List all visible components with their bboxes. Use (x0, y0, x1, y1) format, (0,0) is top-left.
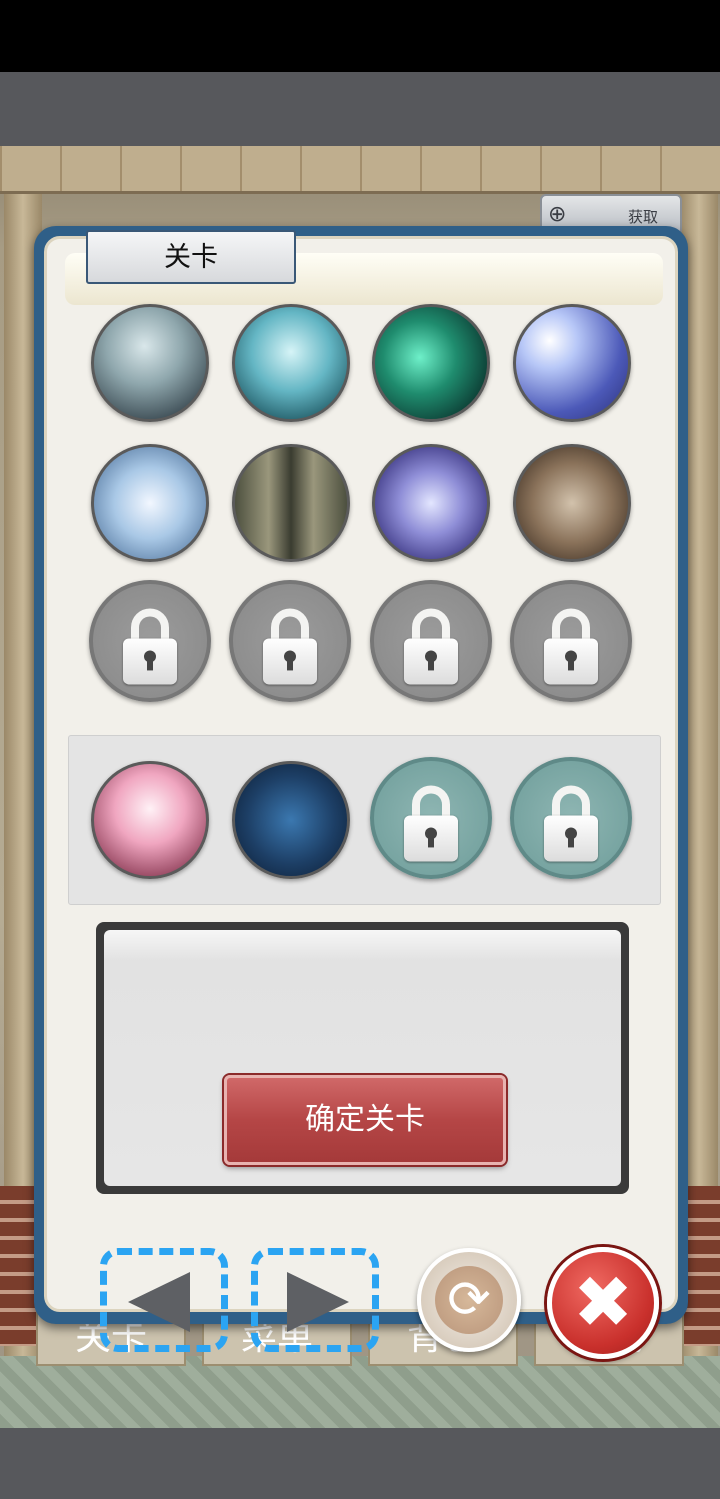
refresh-icon: ⟳ (447, 1270, 491, 1330)
next-page-button[interactable] (251, 1248, 379, 1352)
bottom-letterbox (0, 1428, 720, 1499)
close-icon: ✖ (572, 1260, 634, 1344)
lock-icon (544, 785, 598, 862)
add-icon: ⊕ (548, 202, 567, 227)
level-medal-snow-cliff[interactable] (513, 304, 631, 422)
lock-icon (404, 608, 458, 685)
prev-page-button[interactable] (100, 1248, 228, 1352)
lock-icon (404, 785, 458, 862)
level-medal-locked-2[interactable] (229, 580, 351, 702)
top-widget-label: 获取 (628, 208, 659, 226)
lock-icon (263, 608, 317, 685)
ceiling-beam (0, 146, 720, 194)
level-medal-stone-gate[interactable] (232, 444, 350, 562)
level-medal-jade-dragon[interactable] (372, 304, 490, 422)
status-bar (0, 0, 720, 72)
refresh-button[interactable]: ⟳ (417, 1248, 521, 1352)
level-medal-dark-ruins[interactable] (232, 761, 350, 879)
confirm-level-button[interactable]: 确定关卡 (224, 1075, 506, 1165)
level-medal-locked-1[interactable] (89, 580, 211, 702)
level-medal-special-locked-1[interactable] (370, 757, 492, 879)
level-medal-swamp-forest[interactable] (91, 304, 209, 422)
level-medal-ice-castle[interactable] (91, 444, 209, 562)
top-letterbox (0, 72, 720, 146)
lock-icon (544, 608, 598, 685)
level-medal-special-locked-2[interactable] (510, 757, 632, 879)
level-medal-crystal-hall[interactable] (372, 444, 490, 562)
level-medal-library[interactable] (513, 444, 631, 562)
level-medal-rose-palace[interactable] (91, 761, 209, 879)
close-button[interactable]: ✖ (547, 1247, 659, 1359)
level-medal-locked-3[interactable] (370, 580, 492, 702)
level-medal-ice-cave[interactable] (232, 304, 350, 422)
lock-icon (123, 608, 177, 685)
level-medal-locked-4[interactable] (510, 580, 632, 702)
dialog-title-tab: 关卡 (86, 230, 296, 284)
left-arrow-icon (128, 1272, 190, 1332)
right-arrow-icon (287, 1272, 349, 1332)
